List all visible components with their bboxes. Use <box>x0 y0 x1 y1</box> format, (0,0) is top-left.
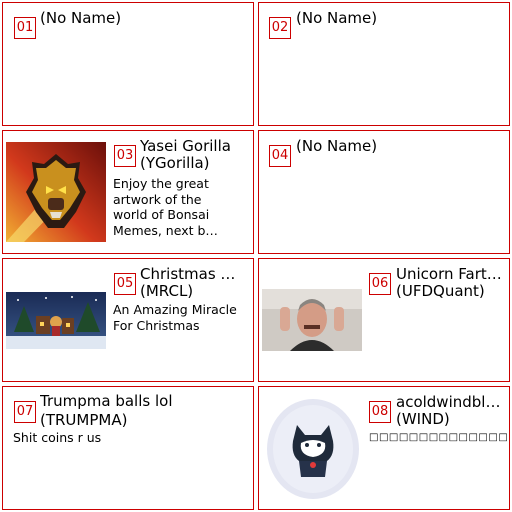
token-name: Yasei Gorilla <box>140 138 231 155</box>
token-card-02[interactable]: 02 (No Name) <box>258 2 510 126</box>
token-name: acoldwindbl… <box>396 394 501 411</box>
token-ticker: (YGorilla) <box>140 155 210 172</box>
token-card-07[interactable]: 07 Trumpma balls lol (TRUMPMA) Shit coin… <box>2 386 254 510</box>
card-number-badge: 03 <box>114 145 136 167</box>
card-number-badge: 08 <box>369 401 391 423</box>
card-number-badge: 07 <box>14 401 36 423</box>
token-card-03[interactable]: 03 Yasei Gorilla (YGorilla) Enjoy the gr… <box>2 130 254 254</box>
token-image-unicorn <box>262 289 362 351</box>
token-description: Shit coins r us <box>13 430 102 445</box>
token-card-08[interactable]: 08 acoldwindbl… (WIND) □□□□□□□□□□□□□□□ <box>258 386 510 510</box>
card-number-badge: 06 <box>369 273 391 295</box>
token-image-christmas <box>6 292 106 349</box>
token-name: Christmas … <box>140 266 236 283</box>
token-ticker: (TRUMPMA) <box>40 412 128 429</box>
token-card-04[interactable]: 04 (No Name) <box>258 130 510 254</box>
token-name: (No Name) <box>296 138 378 155</box>
token-card-01[interactable]: 01 (No Name) <box>2 2 254 126</box>
token-ticker: (UFDQuant) <box>396 283 485 300</box>
card-number-badge: 05 <box>114 273 136 295</box>
token-name: (No Name) <box>296 10 378 27</box>
card-number-badge: 04 <box>269 145 291 167</box>
token-name: Unicorn Fart… <box>396 266 502 283</box>
card-number-badge: 01 <box>14 17 36 39</box>
token-description: □□□□□□□□□□□□□□□ <box>369 432 507 443</box>
token-card-06[interactable]: 06 Unicorn Fart… (UFDQuant) <box>258 258 510 382</box>
token-grid: 01 (No Name) 02 (No Name) 03 Yasei Goril… <box>0 0 512 512</box>
token-description: Enjoy the great artwork of the world of … <box>113 176 218 238</box>
token-card-05[interactable]: 05 Christmas … (MRCL) An Amazing Miracle… <box>2 258 254 382</box>
token-ticker: (MRCL) <box>140 283 194 300</box>
token-name: Trumpma balls lol <box>40 393 173 410</box>
token-image-wind <box>265 397 361 501</box>
token-description: An Amazing Miracle For Christmas <box>113 302 237 333</box>
token-ticker: (WIND) <box>396 411 450 428</box>
card-number-badge: 02 <box>269 17 291 39</box>
token-image-gorilla <box>6 142 106 242</box>
token-name: (No Name) <box>40 10 122 27</box>
